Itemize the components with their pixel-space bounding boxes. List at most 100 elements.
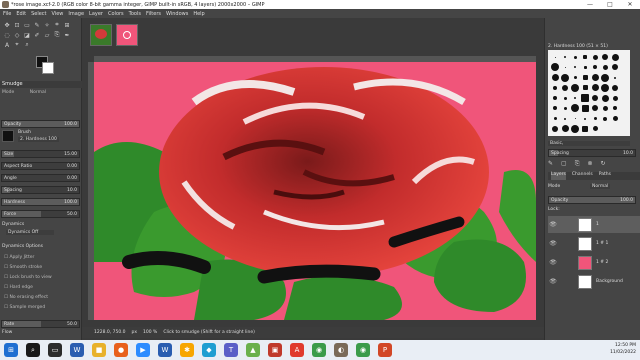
background-color-swatch[interactable] <box>42 62 54 74</box>
menu-select[interactable]: Select <box>31 11 46 17</box>
visibility-eye-icon[interactable]: 👁 <box>548 221 558 228</box>
visibility-eye-icon[interactable]: 👁 <box>548 240 558 247</box>
brush-preset[interactable] <box>561 53 570 62</box>
brush-preset[interactable] <box>581 53 590 62</box>
hardness-slider[interactable]: Hardness 100.0 <box>1 198 80 206</box>
visibility-eye-icon[interactable]: 👁 <box>548 259 558 266</box>
brush-preset[interactable] <box>611 104 620 113</box>
maximize-button[interactable]: □ <box>600 0 620 9</box>
app-icon-2[interactable]: ▣ <box>268 343 282 357</box>
visibility-eye-icon[interactable]: 👁 <box>548 278 558 285</box>
brush-preset[interactable] <box>591 104 600 113</box>
checkbox-hard-edge[interactable]: ☐ Hard edge <box>4 285 33 290</box>
tab-layers[interactable]: Layers <box>551 172 566 180</box>
brush-preset[interactable] <box>581 94 590 103</box>
brush-preset[interactable] <box>571 83 580 92</box>
brush-preset[interactable] <box>551 124 560 133</box>
path-tool-icon[interactable]: ✒ <box>63 31 71 39</box>
duplicate-brush-icon[interactable]: ⎘ <box>575 160 580 169</box>
bucket-fill-icon[interactable]: ◪ <box>23 31 31 39</box>
move-tool-icon[interactable]: ✥ <box>3 21 11 29</box>
brush-preset[interactable] <box>591 83 600 92</box>
word-icon-2[interactable]: W <box>158 343 172 357</box>
menu-tools[interactable]: Tools <box>129 11 141 17</box>
rate-slider[interactable]: Rate 50.0 <box>1 320 80 328</box>
brush-preset[interactable] <box>551 94 560 103</box>
brush-preset[interactable] <box>561 83 570 92</box>
adobe-icon[interactable]: A <box>290 343 304 357</box>
checkbox-lock-brush-to-view[interactable]: ☐ Lock brush to view <box>4 275 52 280</box>
menu-view[interactable]: View <box>52 11 64 17</box>
brush-preset[interactable] <box>581 63 590 72</box>
delete-brush-icon[interactable]: ⊗ <box>588 160 593 169</box>
brush-preset[interactable] <box>561 104 570 113</box>
brush-preset[interactable] <box>551 114 560 123</box>
brush-preset[interactable] <box>561 94 570 103</box>
brush-preset[interactable] <box>601 114 610 123</box>
crop-tool-icon[interactable]: ⌗ <box>53 21 61 29</box>
menu-layer[interactable]: Layer <box>89 11 103 17</box>
dynamics-options-expander[interactable]: Dynamics Options <box>2 244 43 249</box>
brush-preset[interactable] <box>571 94 580 103</box>
brush-preset[interactable] <box>561 114 570 123</box>
brush-preset[interactable] <box>581 83 590 92</box>
image-tab-rose-thumb[interactable] <box>90 24 112 46</box>
brush-preset[interactable] <box>601 104 610 113</box>
warp-tool-icon[interactable]: ◌ <box>3 31 11 39</box>
task-view-icon[interactable]: ▭ <box>48 343 62 357</box>
layers-mode-value[interactable]: Normal <box>590 184 611 189</box>
mode-value[interactable]: Normal <box>30 90 46 95</box>
system-tray-clock[interactable]: 12:50 PM 11/02/2022 <box>610 342 636 356</box>
app-icon[interactable]: ◆ <box>202 343 216 357</box>
brush-preset[interactable] <box>591 94 600 103</box>
brush-preset[interactable] <box>601 83 610 92</box>
powerpoint-icon[interactable]: P <box>378 343 392 357</box>
brush-preset[interactable] <box>581 114 590 123</box>
limewire-icon[interactable]: ✱ <box>180 343 194 357</box>
new-brush-icon[interactable]: ▢ <box>561 160 567 169</box>
layer-row[interactable]: 👁 Background <box>548 273 640 290</box>
menu-file[interactable]: File <box>3 11 11 17</box>
chrome-icon-2[interactable]: ◉ <box>356 343 370 357</box>
unit-select[interactable]: px <box>132 330 138 335</box>
brush-preset[interactable] <box>571 104 580 113</box>
brush-preset[interactable] <box>571 124 580 133</box>
brush-preset[interactable] <box>571 63 580 72</box>
aspect-ratio-slider[interactable]: Aspect Ratio 0.00 <box>1 162 80 170</box>
brush-preset[interactable] <box>561 73 570 82</box>
eraser-icon[interactable]: ▱ <box>43 31 51 39</box>
menu-edit[interactable]: Edit <box>16 11 26 17</box>
checkbox-no-erasing-effect[interactable]: ☐ No erasing effect <box>4 295 48 300</box>
checkbox-smooth-stroke[interactable]: ☐ Smooth stroke <box>4 265 42 270</box>
layer-row[interactable]: 👁 1 # 1 <box>548 235 640 252</box>
edit-brush-icon[interactable]: ✎ <box>548 160 553 169</box>
zoom-tool-icon[interactable]: ⌕ <box>23 41 31 49</box>
brush-preset[interactable] <box>601 73 610 82</box>
brush-preset[interactable] <box>551 83 560 92</box>
brush-name[interactable]: 2. Hardness 100 <box>18 137 59 142</box>
brush-preset[interactable] <box>611 53 620 62</box>
brush-preset[interactable] <box>551 63 560 72</box>
checkbox-sample-merged[interactable]: ☐ Sample merged <box>4 305 45 310</box>
layer-row[interactable]: 👁 1 # 2 <box>548 254 640 271</box>
brush-preset[interactable] <box>561 63 570 72</box>
close-button[interactable]: ✕ <box>620 0 640 9</box>
brush-preset[interactable] <box>611 63 620 72</box>
text-tool-icon[interactable]: A <box>3 41 11 49</box>
brush-preset[interactable] <box>571 53 580 62</box>
brush-preset[interactable] <box>591 63 600 72</box>
word-icon[interactable]: W <box>70 343 84 357</box>
brush-preset[interactable] <box>611 83 620 92</box>
layer-row[interactable]: 👁 1 <box>548 216 640 233</box>
fg-bg-colors[interactable] <box>6 54 54 84</box>
firefox-icon[interactable]: ● <box>114 343 128 357</box>
menu-windows[interactable]: Windows <box>166 11 188 17</box>
folder-icon[interactable]: ■ <box>92 343 106 357</box>
spacing-slider[interactable]: Spacing 10.0 <box>1 186 80 194</box>
brush-preset[interactable] <box>601 63 610 72</box>
clone-tool-icon[interactable]: ⎘ <box>53 31 61 39</box>
dynamics-value[interactable]: Dynamics Off <box>6 230 54 235</box>
opacity-slider[interactable]: Opacity 100.0 <box>1 120 80 128</box>
brush-preset[interactable] <box>551 73 560 82</box>
align-tool-icon[interactable]: ⊡ <box>13 21 21 29</box>
